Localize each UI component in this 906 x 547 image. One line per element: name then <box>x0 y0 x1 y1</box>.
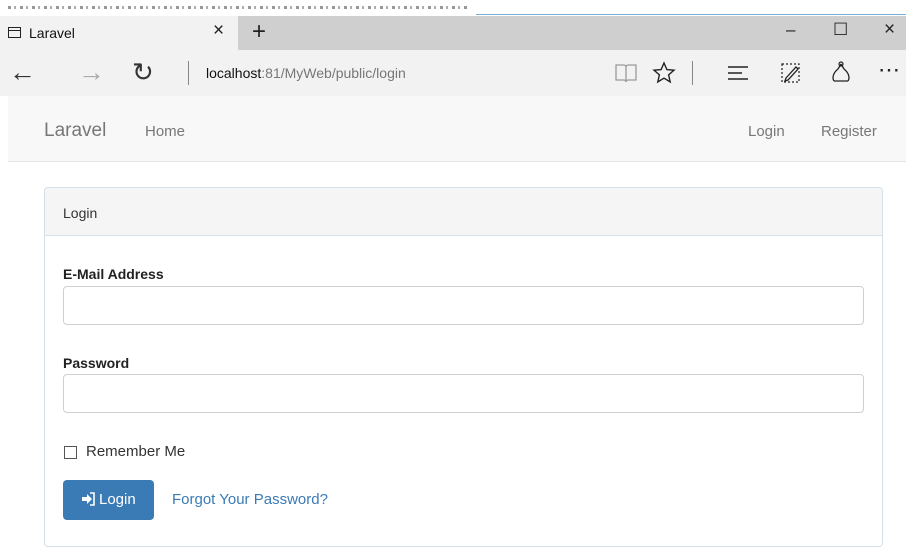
hub-icon[interactable] <box>727 64 749 87</box>
login-button-label: Login <box>99 491 136 508</box>
url-field[interactable]: localhost:81/MyWeb/public/login <box>206 65 406 81</box>
nav-home-link[interactable]: Home <box>145 123 185 140</box>
login-button[interactable]: Login <box>63 480 154 520</box>
login-panel: Login E-Mail Address Password Remember M… <box>44 187 883 547</box>
minimize-icon[interactable]: – <box>786 20 795 40</box>
nav-login-link[interactable]: Login <box>748 123 785 140</box>
maximize-icon[interactable]: ☐ <box>833 20 848 40</box>
reading-view-icon[interactable] <box>614 62 638 89</box>
remember-me-checkbox[interactable] <box>64 446 77 459</box>
accent-line <box>476 14 906 15</box>
password-label: Password <box>63 355 130 371</box>
address-separator <box>188 61 189 85</box>
nav-register-link[interactable]: Register <box>821 123 877 140</box>
panel-title: Login <box>63 205 98 221</box>
url-host: localhost <box>206 65 262 81</box>
forgot-password-link[interactable]: Forgot Your Password? <box>172 491 328 508</box>
app-navbar: Laravel Home Login Register <box>8 96 906 162</box>
address-bar: ← → ↻ localhost:81/MyWeb/public/login ⋯ <box>0 50 906 96</box>
url-path: :81/MyWeb/public/login <box>261 65 406 81</box>
back-icon[interactable]: ← <box>9 56 36 88</box>
remember-me-label[interactable]: Remember Me <box>86 443 185 460</box>
email-field[interactable] <box>63 286 864 325</box>
email-label: E-Mail Address <box>63 266 164 282</box>
new-tab-icon[interactable]: + <box>252 18 266 46</box>
password-field[interactable] <box>63 374 864 413</box>
more-icon[interactable]: ⋯ <box>878 54 900 86</box>
forward-icon[interactable]: → <box>78 56 105 88</box>
scribble-marks <box>8 6 468 9</box>
tab-title: Laravel <box>29 25 75 41</box>
browser-tab[interactable]: Laravel × <box>0 16 238 50</box>
sign-in-icon <box>81 492 95 506</box>
tab-page-icon <box>8 27 21 38</box>
tab-bar: Laravel × + – ☐ × <box>0 16 906 50</box>
panel-heading: Login <box>45 188 882 236</box>
toolbar-separator <box>692 61 693 85</box>
navbar-brand[interactable]: Laravel <box>44 120 106 142</box>
share-icon[interactable] <box>830 61 852 90</box>
favorite-star-icon[interactable] <box>652 61 676 90</box>
top-strip <box>0 0 906 16</box>
refresh-icon[interactable]: ↻ <box>132 56 154 88</box>
tab-close-icon[interactable]: × <box>213 20 224 42</box>
close-window-icon[interactable]: × <box>884 19 895 41</box>
web-note-icon[interactable] <box>780 61 802 90</box>
